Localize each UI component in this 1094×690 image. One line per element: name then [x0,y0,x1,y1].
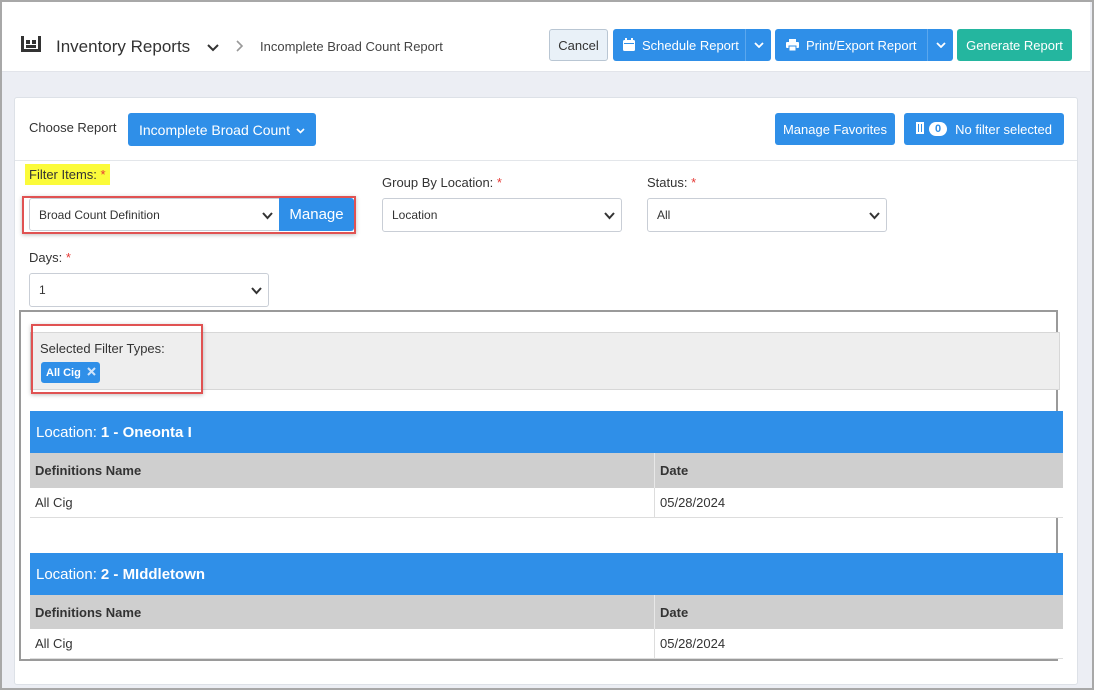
divider [15,160,1077,161]
column-header: Definitions Name [30,595,655,630]
column-header: Date [660,605,689,620]
close-icon[interactable] [87,366,96,379]
filter-chip[interactable]: All Cig [41,362,100,383]
status-select[interactable]: All [647,198,887,232]
chevron-down-icon[interactable] [927,29,953,61]
group-by-label: Group By Location: * [382,175,502,190]
choose-report-label: Choose Report [29,120,117,135]
filter-icon [916,121,925,137]
filter-items-label: Filter Items: * [25,164,110,185]
status-label: Status: * [647,175,697,190]
filter-items-select[interactable]: Broad Count Definition [29,198,280,231]
chevron-down-icon [869,209,880,223]
table-row: All Cig 05/28/2024 [30,629,1063,659]
column-header: Date [660,463,689,478]
print-export-label: Print/Export Report [806,38,917,53]
chevron-down-icon [604,209,615,223]
table-cell: 05/28/2024 [660,495,726,510]
filter-status-label: No filter selected [955,121,1052,137]
warehouse-icon [21,36,41,55]
chevron-down-icon [296,121,305,137]
print-export-button[interactable]: Print/Export Report [775,29,953,61]
chevron-down-icon [262,209,273,223]
days-select[interactable]: 1 [29,273,269,307]
days-label: Days: * [29,250,71,265]
annotation-highlight [31,324,203,394]
chevron-down-icon [251,284,262,298]
generate-report-button[interactable]: Generate Report [957,29,1072,61]
manage-favorites-button[interactable]: Manage Favorites [775,113,895,145]
schedule-report-button[interactable]: Schedule Report [613,29,771,61]
table-header: Definitions Name Date [30,595,1063,630]
schedule-report-label: Schedule Report [642,38,739,53]
calendar-icon [623,38,635,54]
choose-report-dropdown[interactable]: Incomplete Broad Count [128,113,316,146]
table-cell: All Cig [30,629,655,658]
filter-count-badge: 0 [929,122,948,136]
column-header: Definitions Name [30,453,655,488]
selected-report-label: Incomplete Broad Count [139,121,290,138]
filter-status-button[interactable]: 0 No filter selected [904,113,1064,145]
table-cell: 05/28/2024 [660,636,726,651]
cancel-button[interactable]: Cancel [549,29,608,61]
manage-button[interactable]: Manage [279,198,354,231]
location-header: Location: 2 - MIddletown [30,553,1063,595]
chevron-right-icon [236,40,244,55]
table-row: All Cig 05/28/2024 [30,488,1063,518]
selected-filter-types-label: Selected Filter Types: [40,341,165,356]
chevron-down-icon[interactable] [745,29,771,61]
table-header: Definitions Name Date [30,453,1063,488]
chevron-down-icon[interactable] [207,40,219,55]
printer-icon [786,39,799,54]
table-cell: All Cig [30,488,655,517]
location-header: Location: 1 - Oneonta I [30,411,1063,453]
breadcrumb: Incomplete Broad Count Report [260,39,443,54]
app-title: Inventory Reports [56,37,191,56]
group-by-select[interactable]: Location [382,198,622,232]
